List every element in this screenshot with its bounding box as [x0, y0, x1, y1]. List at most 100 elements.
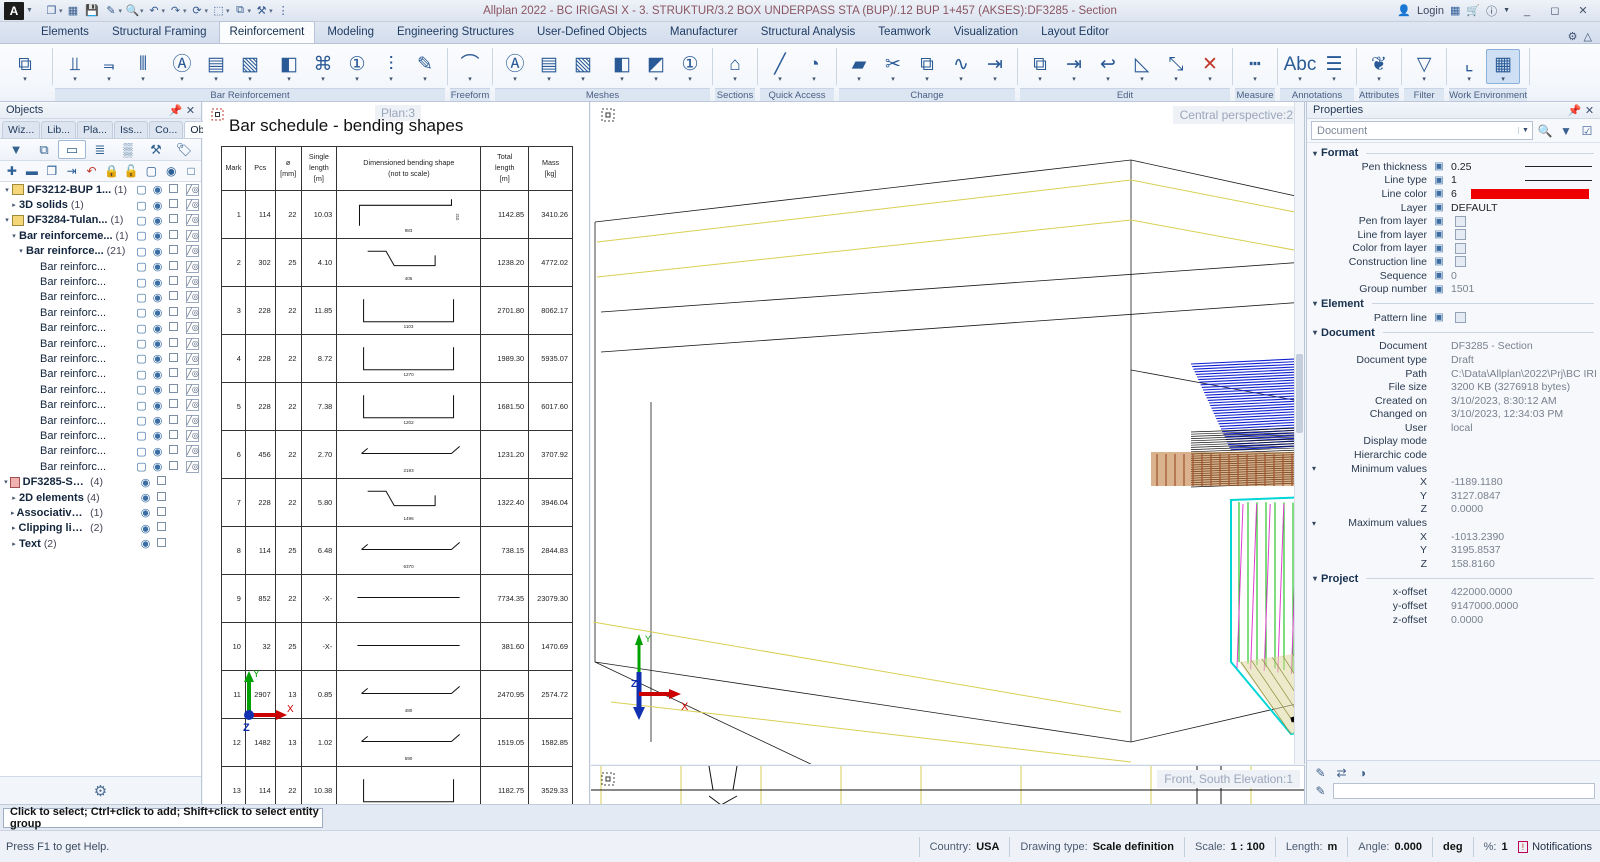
eye-icon[interactable]: ◉: [151, 368, 164, 381]
filter-icon[interactable]: ▼: [1557, 124, 1575, 138]
select-icon[interactable]: ⬚: [210, 2, 227, 19]
property-value[interactable]: DF3285 - Section: [1447, 340, 1600, 352]
status-cell[interactable]: Country: USA: [918, 836, 1010, 857]
tree-row[interactable]: Bar reinforc... ▢ ◉ ╱ ◎: [0, 351, 201, 366]
property-value[interactable]: 0: [1447, 270, 1600, 282]
tools-dropdown-icon[interactable]: ▾: [269, 7, 273, 15]
chevron-down-icon[interactable]: ▾: [1377, 76, 1381, 83]
layer-pair-toggle[interactable]: ╱ ◎: [186, 183, 199, 196]
ribbon-button-work-environment-2[interactable]: ▦ ▾: [1486, 49, 1521, 84]
eye-icon[interactable]: ◉: [151, 445, 164, 458]
select-checkbox[interactable]: [167, 291, 180, 303]
expand-toggle-icon[interactable]: ▾: [2, 186, 12, 194]
solid-toggle-icon[interactable]: ▢: [135, 460, 148, 473]
ribbon-button-bar-reinforcement-2[interactable]: ⫬ ▾: [92, 50, 126, 83]
shop-cart-icon[interactable]: 🛒: [1466, 4, 1480, 17]
tree-row[interactable]: ▾ Bar reinforce... (21) ▢ ◉ ╱ ◎: [0, 244, 201, 259]
solid-toggle-icon[interactable]: ▢: [135, 183, 148, 196]
eye-icon[interactable]: ◉: [151, 245, 164, 258]
close-icon[interactable]: ✕: [183, 104, 198, 117]
solid-toggle-icon[interactable]: ▢: [135, 414, 148, 427]
palette-icon[interactable]: ◑: [1354, 766, 1371, 780]
solid-toggle-icon[interactable]: ▢: [135, 368, 148, 381]
gear-icon[interactable]: ⚙: [94, 782, 107, 800]
eye-icon[interactable]: ◉: [151, 214, 164, 227]
ribbon-button-bar-reinforcement-8[interactable]: ⌘ ▾: [306, 50, 340, 83]
chevron-down-icon[interactable]: ▾: [688, 76, 692, 83]
layer-dropdown-icon[interactable]: ▾: [248, 7, 252, 15]
property-value[interactable]: local: [1447, 422, 1600, 434]
select-checkbox[interactable]: [167, 245, 180, 257]
ribbon-tab-modeling[interactable]: Modeling: [316, 21, 385, 43]
chevron-down-icon[interactable]: ▾: [355, 76, 359, 83]
layer-pair-toggle[interactable]: ╱ ◎: [186, 460, 199, 473]
eye-icon[interactable]: ◉: [151, 383, 164, 396]
property-value[interactable]: 1: [1447, 174, 1519, 186]
select-checkbox[interactable]: [167, 460, 180, 473]
maximum-values-header[interactable]: ▾ Maximum values: [1307, 516, 1600, 530]
viewport-front-south-elevation[interactable]: Front, South Elevation:1: [591, 765, 1305, 804]
expand-toggle-icon[interactable]: ▸: [9, 494, 19, 502]
transfer-icon[interactable]: ⇄: [1333, 766, 1350, 780]
objects-tab-lib[interactable]: Lib...: [41, 121, 77, 138]
status-cell[interactable]: Scale: 1 : 100: [1183, 836, 1275, 857]
eye-icon[interactable]: ◉: [151, 291, 164, 304]
select-checkbox[interactable]: [167, 322, 180, 334]
chevron-down-icon[interactable]: ▾: [321, 76, 325, 83]
ribbon-tab-manufacturer[interactable]: Manufacturer: [659, 21, 749, 43]
tree-row[interactable]: Bar reinforc... ▢ ◉ ╱ ◎: [0, 259, 201, 274]
package-icon[interactable]: ❐: [43, 2, 60, 19]
solid-toggle-icon[interactable]: ▢: [135, 352, 148, 365]
objects-tab-iss[interactable]: Iss...: [113, 121, 149, 138]
select-checkbox[interactable]: [167, 199, 180, 211]
property-checkbox[interactable]: [1455, 242, 1466, 254]
layer-pair-toggle[interactable]: ╱ ◎: [186, 414, 199, 427]
chevron-down-icon[interactable]: ▾: [180, 76, 184, 83]
lock-icon[interactable]: 🔒: [102, 162, 122, 180]
expand-toggle-icon[interactable]: ▾: [1313, 299, 1317, 308]
ribbon-button-change-3[interactable]: ⧉ ▾: [910, 50, 944, 83]
overflow-icon[interactable]: ⋮: [275, 2, 292, 19]
chevron-down-icon[interactable]: ▾: [733, 76, 737, 83]
layer-pair-toggle[interactable]: ╱ ◎: [186, 352, 199, 365]
tree-row[interactable]: Bar reinforc... ▢ ◉ ╱ ◎: [0, 397, 201, 412]
layer-pair-toggle[interactable]: ╱ ◎: [186, 337, 199, 350]
ribbon-tab-structural-framing[interactable]: Structural Framing: [101, 21, 218, 43]
undo-icon[interactable]: ↶: [145, 2, 162, 19]
eye-icon[interactable]: ◉: [151, 229, 164, 242]
ribbon-button-attributes-1[interactable]: ❦ ▾: [1362, 50, 1396, 83]
ribbon-button-edit-4[interactable]: ◺ ▾: [1125, 50, 1159, 83]
property-checkbox[interactable]: [1455, 229, 1466, 241]
table-row[interactable]: 8 114 25 6.48 6370 738.15 2844.83: [221, 526, 573, 575]
ribbon-button-measure-1[interactable]: ┅ ▾: [1238, 50, 1272, 83]
ribbon-button-meshes-1[interactable]: Ⓐ ▾: [498, 50, 532, 83]
ribbon-button-change-4[interactable]: ∿ ▾: [944, 50, 978, 83]
eye-icon[interactable]: ◉: [151, 183, 164, 196]
ribbon-button-meshes-5[interactable]: ◩ ▾: [639, 50, 673, 83]
property-value[interactable]: Draft: [1447, 354, 1600, 366]
layer-pair-toggle[interactable]: ╱ ◎: [186, 214, 199, 227]
chevron-down-icon[interactable]: ▼: [1518, 127, 1532, 134]
layer-pair-toggle[interactable]: ╱ ◎: [186, 199, 199, 212]
ribbon-button-meshes-2[interactable]: ▤ ▾: [532, 50, 566, 83]
tree-row[interactable]: Bar reinforc... ▢ ◉ ╱ ◎: [0, 305, 201, 320]
layer-pair-toggle[interactable]: ╱ ◎: [186, 399, 199, 412]
solid-toggle-icon[interactable]: ▢: [135, 429, 148, 442]
dropdown-icon[interactable]: ▼: [2, 140, 30, 159]
ribbon-tab-structural-analysis[interactable]: Structural Analysis: [750, 21, 867, 43]
layer-pair-toggle[interactable]: ╱ ◎: [186, 260, 199, 273]
chevron-down-icon[interactable]: ▾: [1072, 76, 1076, 83]
document-icon[interactable]: ▭: [58, 140, 86, 159]
expand-toggle-icon[interactable]: ▸: [9, 201, 19, 209]
chevron-down-icon[interactable]: ▾: [287, 76, 291, 83]
ribbon-button-bar-reinforcement-5[interactable]: ▤ ▾: [199, 50, 233, 83]
property-value[interactable]: 6: [1447, 188, 1465, 200]
tree-row[interactable]: ▾ DF3212-BUP 1... (1) ▢ ◉ ╱ ◎: [0, 182, 201, 197]
ribbon-button-bar-reinforcement-3[interactable]: ⦀ ▾: [126, 50, 160, 83]
import-icon[interactable]: ⇥: [62, 162, 82, 180]
solid-toggle-icon[interactable]: ▢: [135, 291, 148, 304]
preview-icon[interactable]: 🔍: [124, 2, 141, 19]
add-icon[interactable]: ✚: [2, 162, 22, 180]
ribbon-button-sections-1[interactable]: ⌂ ▾: [718, 50, 752, 83]
ribbon-tab-visualization[interactable]: Visualization: [943, 21, 1029, 43]
